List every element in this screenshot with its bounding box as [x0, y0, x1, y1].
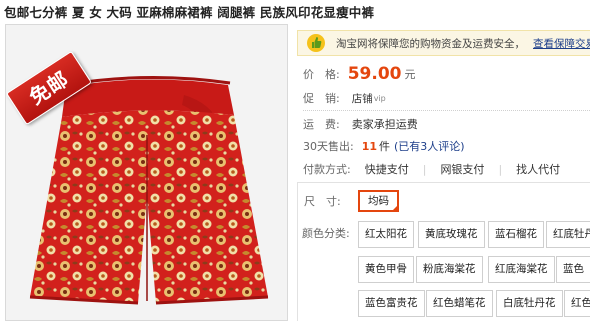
price-unit: 元 — [404, 68, 416, 81]
review-count-link[interactable]: (已有3人评论) — [394, 138, 465, 154]
color-option[interactable]: 黄色甲骨 — [358, 256, 414, 283]
color-label: 颜色分类: — [302, 227, 350, 240]
color-option[interactable]: 红底海棠花 — [488, 256, 555, 283]
view-guarantee-link[interactable]: 查看保障交易 — [533, 36, 590, 51]
color-option[interactable]: 蓝石榴花 — [488, 221, 544, 248]
price-label: 价 格: — [303, 68, 340, 81]
guarantee-bar: 淘宝网将保障您的购物资金及运费安全， 查看保障交易 — [297, 30, 590, 56]
payment-label: 付款方式: — [303, 163, 351, 176]
size-label: 尺 寸: — [304, 195, 341, 208]
payment-method-bank: 网银支付 — [440, 163, 485, 176]
thumbs-up-icon — [306, 32, 326, 54]
sales-label: 30天售出: — [303, 140, 354, 153]
shipping-value: 卖家承担运费 — [351, 118, 418, 131]
color-option[interactable]: 红底牡丹 — [546, 221, 590, 248]
divider — [303, 110, 590, 111]
color-option[interactable]: 红太阳花 — [358, 221, 414, 248]
separator: | — [498, 162, 503, 176]
promo-row: 促 销: 店铺 vip — [303, 90, 386, 106]
guarantee-text: 淘宝网将保障您的购物资金及运费安全， — [336, 37, 525, 50]
payment-method-proxy: 找人代付 — [516, 163, 561, 176]
color-option[interactable]: 白底牡丹花 — [496, 290, 563, 317]
color-option[interactable]: 红色 — [564, 290, 590, 317]
vip-tag: vip — [373, 93, 386, 103]
color-option[interactable]: 粉底海棠花 — [416, 256, 483, 283]
sales-row: 30天售出: 11 件 (已有3人评论) — [303, 138, 465, 154]
price-value: 59.00 — [347, 64, 402, 84]
separator: | — [422, 162, 427, 176]
payment-row: 付款方式: 快捷支付 | 网银支付 | 找人代付 — [303, 161, 560, 177]
shipping-label: 运 费: — [303, 118, 340, 131]
sales-unit: 件 — [379, 140, 391, 153]
size-option-onesize[interactable]: 均码 — [358, 190, 399, 212]
product-title: 包邮七分裤 夏 女 大码 亚麻棉麻裙裤 阔腿裤 民族风印花显瘦中裤 — [4, 5, 375, 20]
payment-method-express: 快捷支付 — [364, 163, 409, 176]
sales-count: 11 — [361, 139, 378, 153]
promo-label: 促 销: — [303, 92, 340, 105]
color-option[interactable]: 红色蜡笔花 — [426, 290, 493, 317]
sku-options: 尺 寸: 均码 颜色分类: 红太阳花 黄底玫瑰花 蓝石榴花 红底牡丹 黄色甲骨 … — [297, 182, 590, 321]
color-option[interactable]: 蓝色 — [556, 256, 590, 283]
price-row: 价 格: 59.00 元 — [303, 64, 416, 84]
product-image[interactable]: 免邮 — [5, 24, 288, 321]
promo-text[interactable]: 店铺 — [352, 91, 373, 106]
shipping-row: 运 费: 卖家承担运费 — [303, 116, 418, 132]
color-option[interactable]: 黄底玫瑰花 — [418, 221, 485, 248]
product-info-panel: 淘宝网将保障您的购物资金及运费安全， 查看保障交易 价 格: 59.00 元 促… — [297, 24, 590, 321]
color-option[interactable]: 蓝色富贵花 — [358, 290, 425, 317]
